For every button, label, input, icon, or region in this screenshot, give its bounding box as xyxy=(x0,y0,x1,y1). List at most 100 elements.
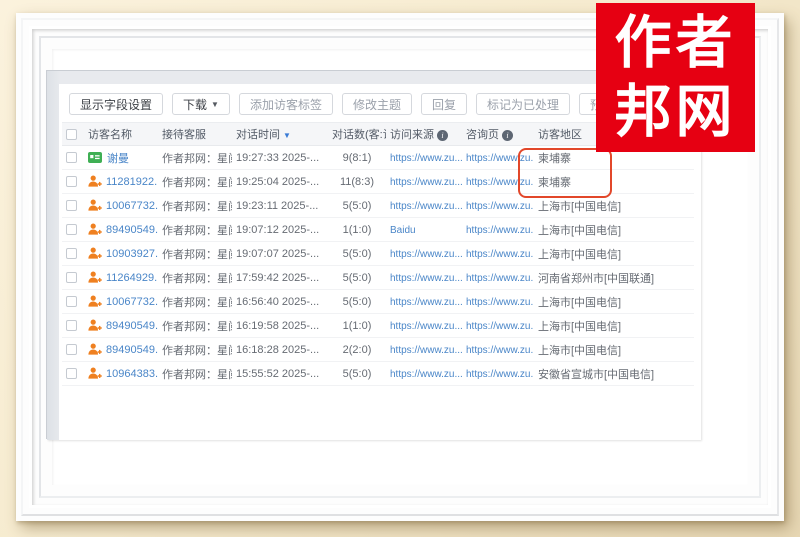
source-link[interactable]: https://www.zu... xyxy=(390,321,462,332)
region-cell: 河南省郑州市[中国联通] xyxy=(534,270,694,286)
row-checkbox-cell xyxy=(62,272,84,284)
watermark-line2: 邦网 xyxy=(615,78,737,147)
consult-page-link[interactable]: https://www.zu... xyxy=(466,369,534,380)
visitor-name-link[interactable]: 10964383... xyxy=(106,368,158,380)
table-row[interactable]: 10067732... 作者邦网：星阑 19:23:11 2025-... 5(… xyxy=(62,194,694,218)
region-cell: 上海市[中国电信] xyxy=(534,222,694,238)
region-cell: 上海市[中国电信] xyxy=(534,318,694,334)
toolbar-button[interactable]: 显示字段设置 xyxy=(69,93,163,115)
source-link[interactable]: https://www.zu... xyxy=(390,201,462,212)
source-link[interactable]: https://www.zu... xyxy=(390,297,462,308)
source-link[interactable]: https://www.zu... xyxy=(390,153,462,164)
row-checkbox[interactable] xyxy=(66,344,77,355)
consult-page-link[interactable]: https://www.zu... xyxy=(466,177,534,188)
table-row[interactable]: 89490549... 作者邦网：星阑 19:07:12 2025-... 1(… xyxy=(62,218,694,242)
row-checkbox[interactable] xyxy=(66,224,77,235)
chat-time-cell: 19:25:04 2025-... xyxy=(232,176,328,188)
row-checkbox[interactable] xyxy=(66,176,77,187)
table-row[interactable]: 10067732... 作者邦网：星阑 16:56:40 2025-... 5(… xyxy=(62,290,694,314)
toolbar-button-label: 显示字段设置 xyxy=(80,96,152,113)
consult-page-link[interactable]: https://www.zu... xyxy=(466,249,534,260)
row-checkbox[interactable] xyxy=(66,272,77,283)
chat-time-cell: 19:23:11 2025-... xyxy=(232,200,328,212)
col-consult-page-label: 咨询页 xyxy=(466,129,499,141)
table-row[interactable]: 10903927... 作者邦网：星阑 19:07:07 2025-... 5(… xyxy=(62,242,694,266)
visitor-name-link[interactable]: 11264929... xyxy=(106,272,158,284)
row-checkbox-cell xyxy=(62,368,84,380)
visitor-type-icon xyxy=(88,175,102,188)
chat-count-cell: 1(1:0) xyxy=(328,224,386,236)
toolbar-button-label: 修改主题 xyxy=(353,96,401,113)
consult-page-link[interactable]: https://www.zu... xyxy=(466,201,534,212)
row-checkbox[interactable] xyxy=(66,368,77,379)
agent-cell: 作者邦网：星阑 xyxy=(158,270,232,286)
region-cell: 安徽省宣城市[中国电信] xyxy=(534,366,694,382)
table-row[interactable]: 10964383... 作者邦网：星阑 15:55:52 2025-... 5(… xyxy=(62,362,694,386)
table-row[interactable]: 11281922... 作者邦网：星阑 19:25:04 2025-... 11… xyxy=(62,170,694,194)
visitor-name-link[interactable]: 11281922... xyxy=(106,176,158,188)
source-link[interactable]: https://www.zu... xyxy=(390,369,462,380)
chat-count-cell: 5(5:0) xyxy=(328,200,386,212)
visitor-name-link[interactable]: 89490549... xyxy=(106,344,158,356)
table-row[interactable]: 89490549... 作者邦网：星阑 16:19:58 2025-... 1(… xyxy=(62,314,694,338)
chat-time-cell: 19:07:12 2025-... xyxy=(232,224,328,236)
visitor-name-link[interactable]: 谢曼 xyxy=(107,150,129,166)
visitor-type-icon xyxy=(88,247,102,260)
toolbar-button-label: 下载 xyxy=(183,96,207,113)
agent-cell: 作者邦网：星阑 xyxy=(158,366,232,382)
col-visitor-name[interactable]: 访客名称 xyxy=(84,126,158,142)
table-row[interactable]: 11264929... 作者邦网：星阑 17:59:42 2025-... 5(… xyxy=(62,266,694,290)
row-checkbox-cell xyxy=(62,248,84,260)
chat-count-cell: 5(5:0) xyxy=(328,296,386,308)
agent-cell: 作者邦网：星阑 xyxy=(158,222,232,238)
consult-page-link[interactable]: https://www.zu... xyxy=(466,297,534,308)
visitor-name-link[interactable]: 10903927... xyxy=(106,248,158,260)
info-icon: i xyxy=(502,130,513,141)
toolbar-button-label: 回复 xyxy=(432,96,456,113)
visitor-type-icon xyxy=(88,319,102,332)
row-checkbox[interactable] xyxy=(66,200,77,211)
source-link[interactable]: Baidu xyxy=(390,225,416,236)
row-checkbox[interactable] xyxy=(66,248,77,259)
visitor-name-link[interactable]: 89490549... xyxy=(106,320,158,332)
col-agent[interactable]: 接待客服 xyxy=(158,126,232,142)
col-consult-page[interactable]: 咨询页i xyxy=(462,126,534,142)
col-chat-time[interactable]: 对话时间▼ xyxy=(232,126,328,142)
toolbar-button[interactable]: 回复 xyxy=(421,93,467,115)
toolbar-button[interactable]: 修改主题 xyxy=(342,93,412,115)
consult-page-link[interactable]: https://www.zu... xyxy=(466,321,534,332)
table-row[interactable]: 89490549... 作者邦网：星阑 16:18:28 2025-... 2(… xyxy=(62,338,694,362)
visitor-type-icon xyxy=(88,295,102,308)
select-all-checkbox[interactable] xyxy=(66,129,77,140)
chat-count-cell: 5(5:0) xyxy=(328,272,386,284)
chat-time-cell: 17:59:42 2025-... xyxy=(232,272,328,284)
source-link[interactable]: https://www.zu... xyxy=(390,249,462,260)
consult-page-link[interactable]: https://www.zu... xyxy=(466,345,534,356)
row-checkbox-cell xyxy=(62,296,84,308)
consult-page-link[interactable]: https://www.zu... xyxy=(466,153,534,164)
col-chat-count[interactable]: 对话数(客:访) xyxy=(328,126,386,142)
row-checkbox[interactable] xyxy=(66,152,77,163)
visitor-name-link[interactable]: 10067732... xyxy=(106,200,158,212)
toolbar-button[interactable]: 下载▼ xyxy=(172,93,230,115)
chat-time-cell: 16:19:58 2025-... xyxy=(232,320,328,332)
consult-page-link[interactable]: https://www.zu... xyxy=(466,225,534,236)
visitor-type-icon xyxy=(88,271,102,284)
row-checkbox[interactable] xyxy=(66,320,77,331)
chat-time-cell: 19:27:33 2025-... xyxy=(232,152,328,164)
consult-page-link[interactable]: https://www.zu... xyxy=(466,273,534,284)
source-link[interactable]: https://www.zu... xyxy=(390,177,462,188)
source-link[interactable]: https://www.zu... xyxy=(390,273,462,284)
info-icon: i xyxy=(437,130,448,141)
toolbar-button[interactable]: 标记为已处理 xyxy=(476,93,570,115)
chat-count-cell: 9(8:1) xyxy=(328,152,386,164)
visitor-name-link[interactable]: 89490549... xyxy=(106,224,158,236)
visitor-name-link[interactable]: 10067732... xyxy=(106,296,158,308)
agent-cell: 作者邦网：星阑 xyxy=(158,294,232,310)
watermark-line1: 作者 xyxy=(615,9,737,78)
source-link[interactable]: https://www.zu... xyxy=(390,345,462,356)
col-source[interactable]: 访问来源i xyxy=(386,126,462,142)
sort-desc-icon[interactable]: ▼ xyxy=(283,131,291,140)
toolbar-button[interactable]: 添加访客标签 xyxy=(239,93,333,115)
row-checkbox[interactable] xyxy=(66,296,77,307)
